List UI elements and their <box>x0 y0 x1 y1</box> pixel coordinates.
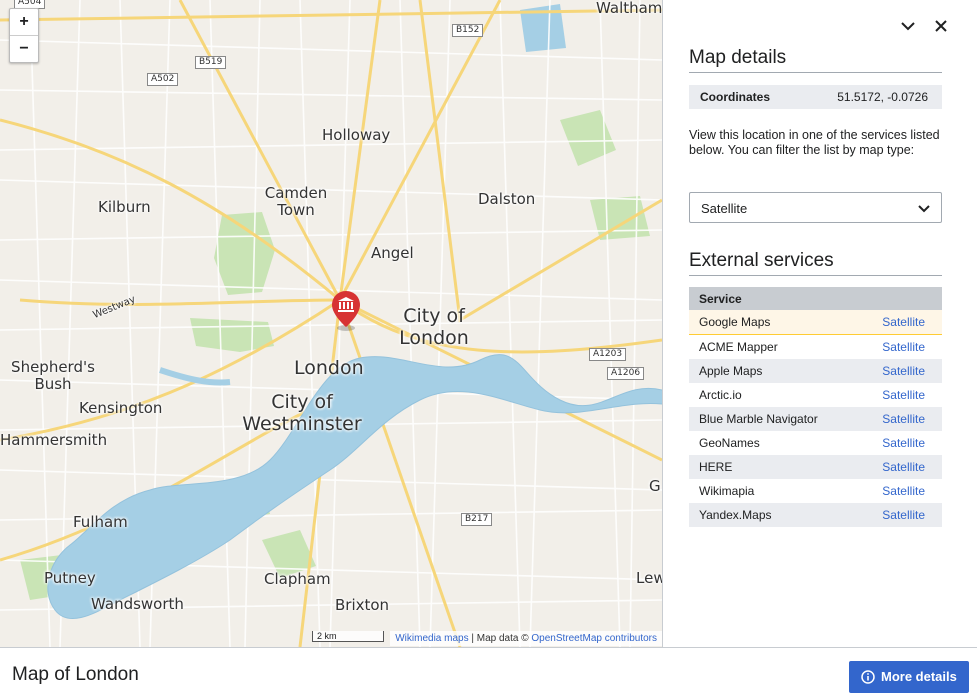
map-label: Shepherd's Bush <box>11 358 95 394</box>
map-label: Hammersmith <box>0 431 108 449</box>
service-row[interactable]: Yandex.Maps Satellite <box>689 503 942 527</box>
service-name[interactable]: Yandex.Maps <box>689 503 858 527</box>
coordinates-row: Coordinates 51.5172, -0.0726 <box>689 85 942 109</box>
chevron-down-icon <box>901 22 915 31</box>
service-column-header: Service <box>689 287 942 310</box>
map-label: Camden Town <box>264 184 328 220</box>
map-canvas[interactable]: Waltham Holloway Camden Town Kilburn Dal… <box>0 0 662 647</box>
map-label: Brixton <box>335 596 390 614</box>
coordinates-label: Coordinates <box>700 90 771 104</box>
attribution-text: | Map data © <box>468 633 532 644</box>
coordinates-value: 51.5172, -0.0726 <box>837 90 928 104</box>
osm-link[interactable]: OpenStreetMap contributors <box>531 633 657 644</box>
service-name[interactable]: ACME Mapper <box>689 335 857 360</box>
service-type-link[interactable]: Satellite <box>857 359 942 383</box>
road-shield: B152 <box>452 24 484 37</box>
service-type-link[interactable]: Satellite <box>857 383 942 407</box>
filter-selected-value: Satellite <box>701 201 748 216</box>
map-label: Waltham <box>596 0 662 17</box>
collapse-button[interactable] <box>898 16 918 36</box>
service-row[interactable]: GeoNames Satellite <box>689 431 942 455</box>
map-label: Fulham <box>73 513 128 531</box>
map-label: Lew <box>636 569 662 587</box>
wikimedia-maps-link[interactable]: Wikimedia maps <box>395 633 468 644</box>
services-table: Service Google Maps Satellite ACME Mapper S… <box>689 287 942 527</box>
external-services-heading: External services <box>689 250 942 276</box>
service-row[interactable]: Wikimapia Satellite <box>689 479 942 503</box>
map-attribution: Wikimedia maps | Map data © OpenStreetMa… <box>390 631 662 646</box>
map-label: Wandsworth <box>91 595 184 613</box>
zoom-out-button[interactable]: − <box>10 35 38 62</box>
service-name[interactable]: HERE <box>689 455 858 479</box>
service-name[interactable]: GeoNames <box>689 431 857 455</box>
close-button[interactable] <box>931 16 951 36</box>
map-label: Angel <box>371 244 414 262</box>
map-label: Holloway <box>322 126 391 144</box>
service-name[interactable]: Blue Marble Navigator <box>689 407 858 431</box>
service-name[interactable]: Google Maps <box>689 310 858 335</box>
more-details-button[interactable]: More details <box>849 661 969 693</box>
services-description: View this location in one of the service… <box>689 128 940 157</box>
service-row[interactable]: Arctic.io Satellite <box>689 383 942 407</box>
road-shield: A1206 <box>607 367 645 380</box>
zoom-control: + − <box>9 8 39 63</box>
service-type-link[interactable]: Satellite <box>857 479 942 503</box>
museum-marker-icon[interactable] <box>330 289 362 336</box>
map-title: Map of London <box>12 664 139 685</box>
service-row[interactable]: Blue Marble Navigator Satellite <box>689 407 942 431</box>
service-name[interactable]: Arctic.io <box>689 383 857 407</box>
map-label: Putney <box>44 569 96 587</box>
map-label: City of London <box>399 305 469 349</box>
map-type-filter-select[interactable]: Satellite <box>689 192 942 223</box>
service-type-link[interactable]: Satellite <box>857 503 942 527</box>
services-table-body: Google Maps Satellite ACME Mapper Satellite… <box>689 310 942 527</box>
zoom-in-button[interactable]: + <box>10 9 38 35</box>
scale-bar: 2 km <box>312 631 384 642</box>
map-label: Clapham <box>264 570 331 588</box>
service-name[interactable]: Wikimapia <box>689 479 857 503</box>
map-label: Dalston <box>478 190 536 208</box>
service-row[interactable]: Google Maps Satellite <box>689 310 942 335</box>
service-type-link[interactable]: Satellite <box>857 455 942 479</box>
info-icon <box>861 670 875 684</box>
map-label: London <box>294 357 364 379</box>
road-shield: B519 <box>195 56 227 69</box>
service-type-link[interactable]: Satellite <box>857 407 942 431</box>
map-details-heading: Map details <box>689 47 942 73</box>
service-row[interactable]: Apple Maps Satellite <box>689 359 942 383</box>
service-row[interactable]: HERE Satellite <box>689 455 942 479</box>
road-shield: A502 <box>147 73 179 86</box>
service-type-link[interactable]: Satellite <box>857 431 942 455</box>
road-shield: B217 <box>461 513 493 526</box>
map-details-panel: Map details Coordinates 51.5172, -0.0726… <box>662 0 977 647</box>
service-row[interactable]: ACME Mapper Satellite <box>689 335 942 360</box>
map-label: G <box>649 477 661 495</box>
footer-bar: Map of London More details <box>0 647 977 699</box>
map-label: Kilburn <box>98 198 151 216</box>
more-details-label: More details <box>881 669 957 684</box>
map-label: Kensington <box>79 399 163 417</box>
map-label: City of Westminster <box>242 391 362 435</box>
road-shield: A1203 <box>589 348 627 361</box>
close-icon <box>935 20 947 32</box>
service-type-link[interactable]: Satellite <box>857 310 942 335</box>
service-type-link[interactable]: Satellite <box>857 335 942 360</box>
chevron-down-icon <box>918 205 930 213</box>
service-name[interactable]: Apple Maps <box>689 359 858 383</box>
